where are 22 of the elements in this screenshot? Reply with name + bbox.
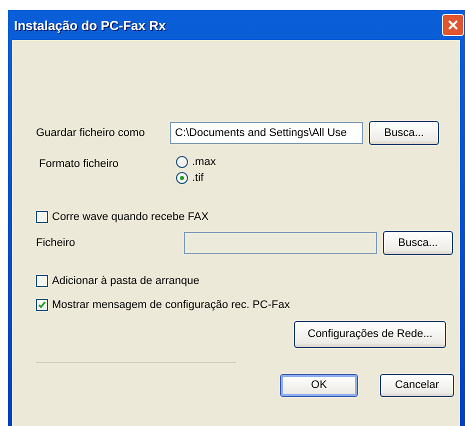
dialog-button[interactable]: OK [280,374,358,396]
radio-button[interactable] [176,156,188,168]
file-label: Ficheiro [36,237,76,249]
browse-button[interactable]: Busca... [369,121,439,145]
window-title: Instalação do PC-Fax Rx [14,18,166,32]
path-field[interactable]: C:\Documents and Settings\All Use [170,122,363,144]
checkbox[interactable] [36,299,48,311]
radio-label: .max [192,156,216,168]
dialog-button[interactable]: Cancelar [380,374,454,396]
network-settings-button[interactable]: Configurações de Rede... [294,320,446,348]
checkbox[interactable] [36,275,48,287]
radio-button[interactable] [176,172,188,184]
close-icon [447,19,459,31]
format-label: Formato ficheiro [38,157,120,170]
save-as-label: Guardar ficheiro como [36,127,146,139]
checkbox-label: Mostrar mensagem de configuração rec. PC-Fax [52,299,290,311]
radio-label: .tif [192,172,204,184]
close-button[interactable] [442,14,464,36]
checkbox-label: Corre wave quando recebe FAX [52,211,209,223]
checkbox-label: Adicionar à pasta de arranque [52,275,200,287]
checkbox[interactable] [36,211,48,223]
checkmark-icon [38,301,46,309]
